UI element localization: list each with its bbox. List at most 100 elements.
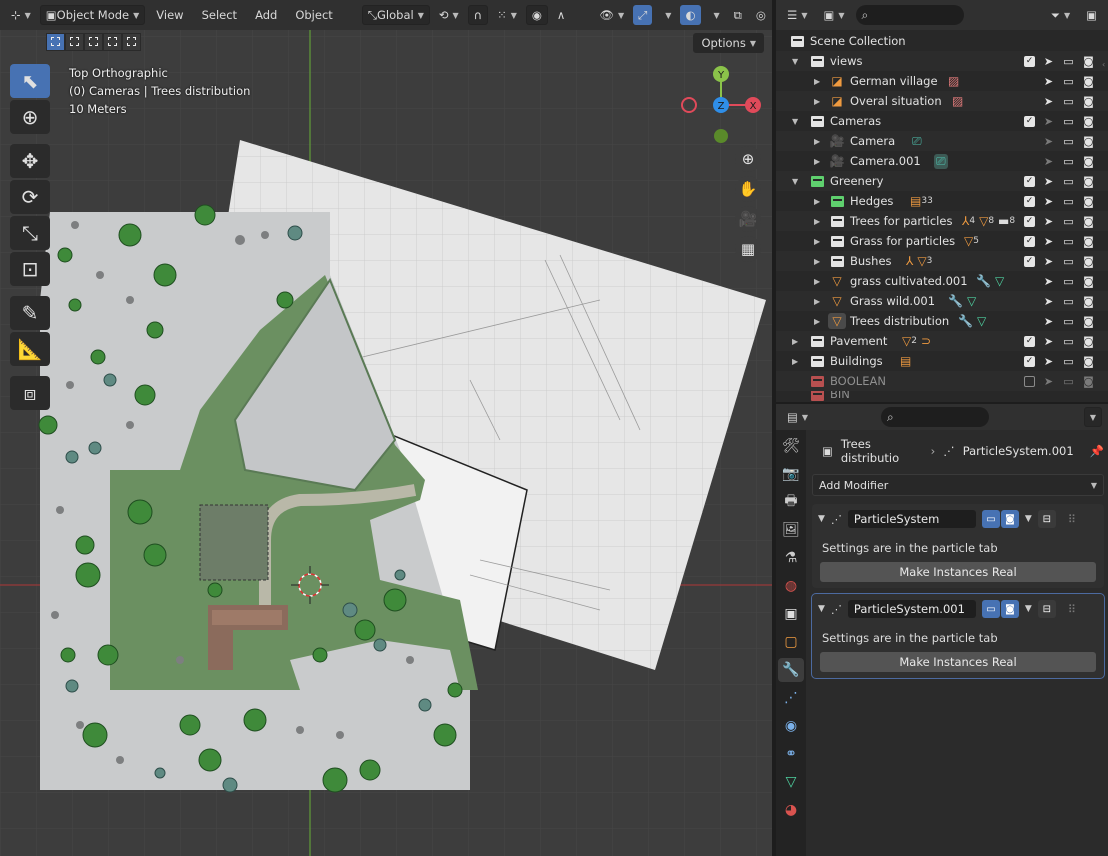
select-new-icon[interactable] xyxy=(46,33,65,51)
selectable-arrow-icon[interactable]: ➤ xyxy=(1042,155,1055,168)
3d-viewport[interactable]: ⊹ ▼ ▣ Object Mode ▼ View Select Add Objec… xyxy=(0,0,772,856)
monitor-icon[interactable]: ▭ xyxy=(1062,375,1075,388)
monitor-icon[interactable]: ▭ xyxy=(1062,195,1075,208)
selectable-arrow-icon[interactable]: ➤ xyxy=(1042,55,1055,68)
exclude-checkbox[interactable]: ✓ xyxy=(1024,115,1035,127)
show-render-toggle[interactable]: ◙ xyxy=(1000,510,1019,528)
render-camera-icon[interactable]: ◙ xyxy=(1082,95,1095,108)
monitor-icon[interactable]: ▭ xyxy=(1062,315,1075,328)
show-viewport-toggle[interactable]: ▭ xyxy=(981,510,1000,528)
new-collection-button[interactable]: ▣ xyxy=(1081,5,1102,25)
outliner-row-pavement[interactable]: ▶ Pavement ▽ 2 ⊃ ✓ ➤ ▭ ◙ xyxy=(776,331,1108,351)
selectable-arrow-icon[interactable]: ➤ xyxy=(1042,135,1055,148)
properties-editor-type[interactable]: ▤ ▼ xyxy=(782,407,813,427)
select-extend-icon[interactable] xyxy=(65,33,84,51)
outliner-editor-type[interactable]: ☰ ▼ xyxy=(782,5,812,25)
selectable-arrow-icon[interactable]: ➤ xyxy=(1042,235,1055,248)
modifier-extras-toggle[interactable]: ⊟ xyxy=(1037,510,1056,528)
disclosure-closed-icon[interactable]: ▶ xyxy=(814,257,820,266)
menu-select[interactable]: Select xyxy=(195,8,244,22)
tab-tool[interactable]: 🛠 xyxy=(778,434,804,458)
disclosure-closed-icon[interactable]: ▶ xyxy=(814,237,820,246)
snap-toggle[interactable]: ∩ xyxy=(467,5,489,25)
outliner-row-bin[interactable]: BIN xyxy=(776,391,1108,401)
selectable-arrow-icon[interactable]: ➤ xyxy=(1042,375,1055,388)
tab-render[interactable]: 📷 xyxy=(778,462,804,486)
outliner-row-trees-distribution[interactable]: ▶ ▽ Trees distribution 🔧 ▽ ➤ ▭ ◙ xyxy=(776,311,1108,331)
monitor-icon[interactable]: ▭ xyxy=(1062,355,1075,368)
filter-dropdown[interactable]: ⏷ ▼ xyxy=(1046,5,1075,25)
disclosure-closed-icon[interactable]: ▶ xyxy=(814,317,820,326)
transform-tool[interactable]: ⊡ xyxy=(10,252,50,286)
render-camera-icon[interactable]: ◙ xyxy=(1082,195,1095,208)
outliner-row-german-village[interactable]: ▶ ◪ German village ▨ ➤ ▭ ◙ xyxy=(776,71,1108,91)
selectable-arrow-icon[interactable]: ➤ xyxy=(1042,295,1055,308)
modifier-name-field[interactable]: ParticleSystem.001 xyxy=(847,600,976,618)
overlays-toggle[interactable]: ◐ xyxy=(680,5,701,25)
outliner-row-grass-cultivated[interactable]: ▶ ▽ grass cultivated.001 🔧 ▽ ➤ ▭ ◙ xyxy=(776,271,1108,291)
render-camera-icon[interactable]: ◙ xyxy=(1082,315,1095,328)
xray-toggle[interactable]: ⧉ xyxy=(729,5,747,25)
outliner-row-views[interactable]: ▼ views ✓ ➤ ▭ ◙ xyxy=(776,51,1108,71)
disclosure-closed-icon[interactable]: ▶ xyxy=(814,217,820,226)
add-cube-tool[interactable]: ⧈ xyxy=(10,376,50,410)
options-dropdown[interactable]: Options ▼ xyxy=(693,33,764,53)
proportional-edit-toggle[interactable]: ◉ xyxy=(525,5,548,25)
outliner-row-buildings[interactable]: ▶ Buildings ▤ ✓ ➤ ▭ ◙ xyxy=(776,351,1108,371)
outliner-row-grass-wild[interactable]: ▶ ▽ Grass wild.001 🔧 ▽ ➤ ▭ ◙ xyxy=(776,291,1108,311)
editor-type-button[interactable]: ⊹ ▼ xyxy=(6,5,36,25)
gizmo-toggle[interactable]: ⤢ xyxy=(633,5,653,25)
camera-view-button[interactable]: 🎥 xyxy=(735,206,761,232)
show-viewport-toggle[interactable]: ▭ xyxy=(981,600,1000,618)
render-camera-icon[interactable]: ◙ xyxy=(1082,335,1095,348)
render-camera-icon[interactable]: ◙ xyxy=(1082,155,1095,168)
monitor-icon[interactable]: ▭ xyxy=(1062,335,1075,348)
exclude-checkbox[interactable]: ✓ xyxy=(1024,55,1035,67)
outliner-row-hedges[interactable]: ▶ Hedges ▤ 33 ✓ ➤ ▭ ◙ xyxy=(776,191,1108,211)
exclude-checkbox[interactable]: ✓ xyxy=(1024,255,1035,267)
pin-icon[interactable]: 📌 xyxy=(1090,444,1104,458)
monitor-icon[interactable]: ▭ xyxy=(1062,115,1075,128)
disclosure-closed-icon[interactable]: ▶ xyxy=(792,337,798,346)
selectable-arrow-icon[interactable]: ➤ xyxy=(1042,315,1055,328)
render-camera-icon[interactable]: ◙ xyxy=(1082,55,1095,68)
ortho-toggle-button[interactable]: ▦ xyxy=(735,236,761,262)
exclude-checkbox[interactable] xyxy=(1024,375,1035,387)
render-camera-icon[interactable]: ◙ xyxy=(1082,235,1095,248)
exclude-checkbox[interactable]: ✓ xyxy=(1024,335,1035,347)
monitor-icon[interactable]: ▭ xyxy=(1062,275,1075,288)
disclosure-closed-icon[interactable]: ▶ xyxy=(792,357,798,366)
outliner-row-camera-001[interactable]: ▶ 🎥 Camera.001 ⎚ ➤ ▭ ◙ xyxy=(776,151,1108,171)
render-camera-icon[interactable]: ◙ xyxy=(1082,175,1095,188)
selectable-arrow-icon[interactable]: ➤ xyxy=(1042,95,1055,108)
monitor-icon[interactable]: ▭ xyxy=(1062,95,1075,108)
selectable-arrow-icon[interactable]: ➤ xyxy=(1042,215,1055,228)
shading-wireframe[interactable]: ◎ xyxy=(751,5,771,25)
modifier-extras-toggle[interactable]: ⊟ xyxy=(1037,600,1056,618)
render-camera-icon[interactable]: ◙ xyxy=(1082,295,1095,308)
disclosure-open-icon[interactable]: ▼ xyxy=(792,57,798,66)
outliner-row-greenery[interactable]: ▼ Greenery ✓ ➤ ▭ ◙ xyxy=(776,171,1108,191)
chevron-down-icon[interactable]: ▼ xyxy=(1025,514,1032,524)
make-instances-real-button[interactable]: Make Instances Real xyxy=(820,562,1096,582)
selectable-arrow-icon[interactable]: ➤ xyxy=(1042,195,1055,208)
selectable-arrow-icon[interactable]: ➤ xyxy=(1042,115,1055,128)
select-invert-icon[interactable] xyxy=(103,33,122,51)
tab-world[interactable]: ◍ xyxy=(778,574,804,598)
snap-target-button[interactable]: ⁙ ▼ xyxy=(492,5,522,25)
monitor-icon[interactable]: ▭ xyxy=(1062,135,1075,148)
disclosure-closed-icon[interactable]: ▶ xyxy=(814,197,820,206)
tab-data[interactable]: ▽ xyxy=(778,770,804,794)
select-intersect-icon[interactable] xyxy=(122,33,141,51)
pivot-point-button[interactable]: ⟲ ▼ xyxy=(434,5,464,25)
annotate-tool[interactable]: ✎ xyxy=(10,296,50,330)
tab-constraints[interactable]: ⚭ xyxy=(778,742,804,766)
selectable-arrow-icon[interactable]: ➤ xyxy=(1042,275,1055,288)
monitor-icon[interactable]: ▭ xyxy=(1062,235,1075,248)
menu-object[interactable]: Object xyxy=(288,8,339,22)
monitor-icon[interactable]: ▭ xyxy=(1062,75,1075,88)
transform-orientation-dropdown[interactable]: ⤡ Global ▼ xyxy=(361,5,430,25)
exclude-checkbox[interactable]: ✓ xyxy=(1024,195,1035,207)
monitor-icon[interactable]: ▭ xyxy=(1062,215,1075,228)
rotate-tool[interactable]: ⟳ xyxy=(10,180,50,214)
